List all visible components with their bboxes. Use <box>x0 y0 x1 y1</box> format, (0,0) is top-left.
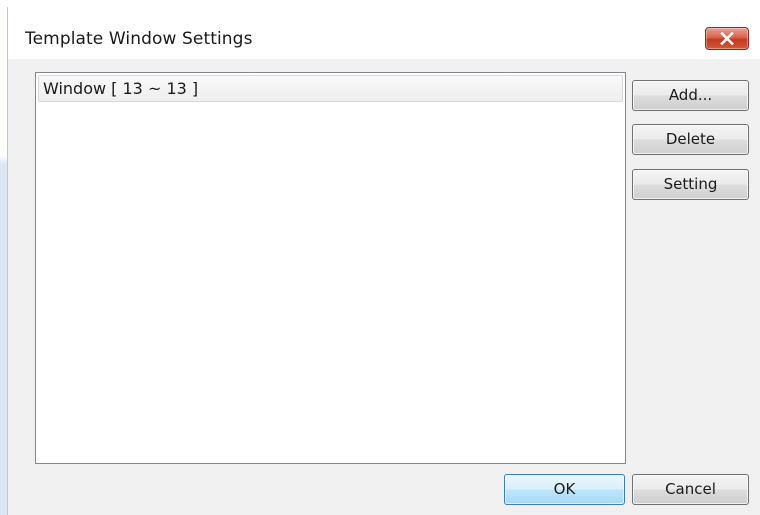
add-button[interactable]: Add... <box>632 80 749 111</box>
cancel-button-label: Cancel <box>665 480 716 498</box>
cancel-button[interactable]: Cancel <box>632 474 749 505</box>
ok-button-label: OK <box>553 480 576 498</box>
close-icon <box>720 32 734 45</box>
title-bar[interactable]: Template Window Settings <box>8 7 760 59</box>
list-item[interactable]: Window [ 13 ~ 13 ] <box>38 75 623 102</box>
dialog-title: Template Window Settings <box>25 29 253 49</box>
setting-button[interactable]: Setting <box>632 169 749 200</box>
dialog-content: Window [ 13 ~ 13 ] Add... Delete Setting… <box>8 59 760 515</box>
window-list[interactable]: Window [ 13 ~ 13 ] <box>35 72 626 464</box>
setting-button-label: Setting <box>663 175 718 193</box>
template-window-settings-dialog: Template Window Settings Window [ 13 ~ 1… <box>7 7 760 515</box>
close-button[interactable] <box>705 27 749 50</box>
ok-button[interactable]: OK <box>504 474 625 505</box>
add-button-label: Add... <box>668 86 713 104</box>
list-item-label: Window [ 13 ~ 13 ] <box>43 79 199 98</box>
delete-button[interactable]: Delete <box>632 124 749 155</box>
delete-button-label: Delete <box>665 130 716 148</box>
